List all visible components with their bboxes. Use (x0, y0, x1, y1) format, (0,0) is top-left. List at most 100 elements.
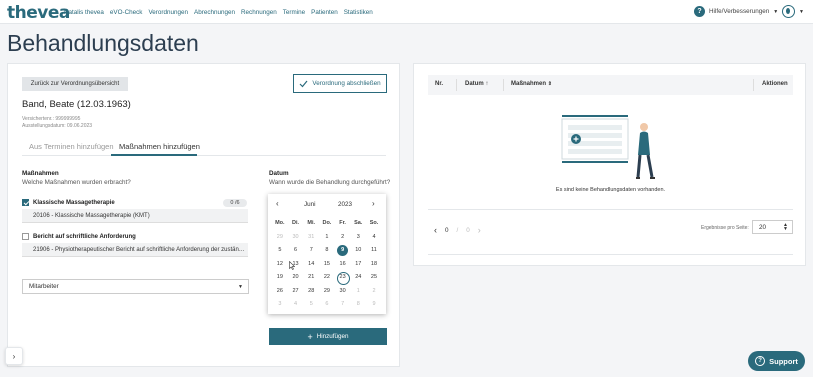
checkbox-checked[interactable] (22, 199, 29, 206)
total-pages: 0 (466, 226, 470, 234)
measure-checkbox-row-2[interactable]: Bericht auf schriftliche Anforderung (22, 233, 136, 240)
calendar-day[interactable]: 7 (303, 244, 319, 258)
calendar-day-number: 15 (323, 260, 330, 267)
per-page-select[interactable]: 20 ▲ ▼ (752, 220, 793, 234)
help-menu[interactable]: ? Hilfe/Verbesserungen ▼ (694, 6, 778, 17)
calendar-day-number: 30 (339, 287, 346, 294)
user-menu[interactable]: ▼ (782, 5, 804, 18)
calendar-day-number: 17 (355, 260, 362, 267)
calendar-day[interactable]: 11 (366, 244, 382, 258)
calendar-day[interactable]: 26 (272, 285, 288, 299)
calendar-day[interactable]: 8 (350, 298, 366, 312)
year-label[interactable]: 2023 (338, 201, 352, 208)
empty-state-text: Es sind keine Behandlungsdaten vorhanden… (555, 187, 666, 193)
support-label: Support (769, 356, 798, 366)
nav-item-evo-check[interactable]: eVO-Check (110, 9, 143, 16)
calendar-day-number: 20 (292, 274, 299, 280)
calendar-day[interactable]: 6 (288, 244, 304, 258)
calendar-day[interactable]: 4 (366, 231, 382, 245)
calendar-day[interactable]: 19 (272, 271, 288, 285)
calendar-day[interactable]: 5 (272, 244, 288, 258)
support-button[interactable]: ? Support (748, 351, 805, 371)
nav-item-statistiken[interactable]: Statistiken (344, 9, 373, 16)
calendar-day[interactable]: 29 (272, 231, 288, 245)
calendar-day[interactable]: 3 (272, 298, 288, 312)
employee-select[interactable]: Mitarbeiter ▼ (22, 279, 249, 294)
measure-1-label: Klassische Massagetherapie (33, 199, 115, 206)
calendar-day-number: 9 (372, 301, 376, 307)
measures-title: Maßnahmen (22, 170, 59, 177)
calendar-day-number: 29 (276, 233, 283, 240)
calendar-day[interactable]: 1 (319, 231, 335, 245)
calendar-day[interactable]: 8 (319, 244, 335, 258)
page-separator: / (456, 226, 459, 234)
calendar-day[interactable]: 1 (350, 285, 366, 299)
calendar-day[interactable]: 9 (366, 298, 382, 312)
prev-page-icon[interactable]: ‹ (434, 225, 437, 235)
column-datum[interactable]: Datum ↑ (465, 81, 488, 87)
prev-month-icon[interactable]: ‹ (276, 199, 279, 208)
column-massnahmen[interactable]: Maßnahmen ⇕ (511, 81, 552, 87)
calendar-day[interactable]: 28 (303, 285, 319, 299)
calendar-day-number: 4 (294, 301, 298, 307)
close-prescription-button[interactable]: Verordnung abschließen (293, 74, 387, 93)
calendar-day[interactable]: 23 (335, 271, 351, 285)
calendar-day[interactable]: 2 (335, 231, 351, 245)
calendar-day[interactable]: 16 (335, 258, 351, 272)
checkbox-unchecked[interactable] (22, 233, 29, 240)
expand-sidebar-button[interactable]: › (5, 347, 23, 365)
table-header: Nr. Datum ↑ Maßnahmen ⇕ Aktionen (428, 75, 793, 95)
add-button[interactable]: + Hinzufügen (269, 328, 387, 345)
nav-item-abrechnungen[interactable]: Abrechnungen (194, 9, 235, 16)
calendar-day[interactable]: 17 (350, 258, 366, 272)
measure-checkbox-row-1[interactable]: Klassische Massagetherapie (22, 199, 115, 206)
app-logo[interactable]: thevea (7, 3, 70, 23)
empty-state-illustration (561, 115, 655, 179)
calendar-day[interactable]: 2 (366, 285, 382, 299)
calendar-day[interactable]: 24 (350, 271, 366, 285)
calendar-day[interactable]: 29 (319, 285, 335, 299)
calendar-day[interactable]: 21 (303, 271, 319, 285)
calendar-day[interactable]: 30 (335, 285, 351, 299)
calendar-day[interactable]: 9 (335, 244, 351, 258)
calendar-day[interactable]: 14 (303, 258, 319, 272)
back-to-prescriptions-button[interactable]: Zurück zur Verordnungsübersicht (22, 77, 128, 91)
calendar-day-number: 16 (339, 260, 346, 267)
next-month-icon[interactable]: › (372, 199, 375, 208)
nav-item-natalis[interactable]: Natalis thevea (64, 9, 104, 16)
calendar-day[interactable]: 12 (272, 258, 288, 272)
weekday-label: Mo. (275, 220, 285, 226)
calendar-day-number: 8 (325, 247, 329, 253)
calendar-day-number: 2 (372, 287, 376, 294)
calendar-day[interactable]: 27 (288, 285, 304, 299)
calendar-day[interactable]: 25 (366, 271, 382, 285)
calendar-day[interactable]: 30 (288, 231, 304, 245)
calendar-day[interactable]: 3 (350, 231, 366, 245)
month-label[interactable]: Juni (304, 201, 316, 208)
nav-item-verordnungen[interactable]: Verordnungen (148, 9, 188, 16)
calendar-day[interactable]: 4 (288, 298, 304, 312)
calendar-day[interactable]: 7 (335, 298, 351, 312)
calendar-day[interactable]: 31 (303, 231, 319, 245)
weekday-row: Mo. Di. Mi. Do. Fr. Sa. So. (272, 217, 382, 231)
calendar-day-number: 7 (341, 301, 345, 307)
page-title: Behandlungsdaten (7, 30, 199, 56)
calendar-day[interactable]: 18 (366, 258, 382, 272)
calendar-day[interactable]: 5 (303, 298, 319, 312)
calendar-day[interactable]: 10 (350, 244, 366, 258)
calendar-day-number: 9 (341, 247, 345, 253)
next-page-icon[interactable]: › (478, 225, 481, 235)
calendar-day[interactable]: 6 (319, 298, 335, 312)
calendar-day[interactable]: 20 (288, 271, 304, 285)
tab-from-appointments[interactable]: Aus Terminen hinzufügen (29, 142, 114, 151)
column-massnahmen-label: Maßnahmen (511, 81, 547, 87)
nav-item-termine[interactable]: Termine (283, 9, 305, 16)
calendar-day-number: 31 (308, 233, 315, 240)
nav-item-patienten[interactable]: Patienten (311, 9, 338, 16)
tab-add-measures[interactable]: Maßnahmen hinzufügen (119, 142, 200, 151)
calendar-day[interactable]: 22 (319, 271, 335, 285)
mouse-cursor-icon (289, 261, 295, 270)
column-aktionen: Aktionen (762, 81, 788, 87)
calendar-day[interactable]: 15 (319, 258, 335, 272)
nav-item-rechnungen[interactable]: Rechnungen (241, 9, 277, 16)
